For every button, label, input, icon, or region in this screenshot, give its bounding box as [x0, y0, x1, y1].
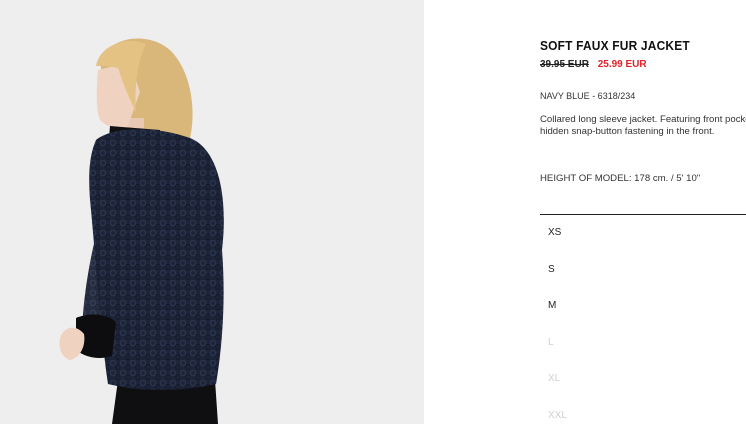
size-selector: XS S M L XL XXL	[540, 215, 746, 424]
model-wearing-jacket-illustration	[0, 0, 424, 424]
product-description: Collared long sleeve jacket. Featuring f…	[540, 114, 746, 137]
size-option-xl[interactable]: XL	[540, 361, 746, 398]
sale-price: 25.99 EUR	[597, 59, 647, 70]
size-option-xxl[interactable]: XXL	[540, 398, 746, 424]
size-option-xs[interactable]: XS	[540, 215, 746, 252]
product-image[interactable]	[0, 0, 424, 424]
size-option-m[interactable]: M	[540, 288, 746, 325]
size-option-l[interactable]: L	[540, 325, 746, 362]
size-option-s[interactable]: S	[540, 252, 746, 289]
product-title: SOFT FAUX FUR JACKET	[540, 38, 690, 53]
price-block: 39.95 EUR 25.99 EUR	[540, 59, 647, 70]
original-price: 39.95 EUR	[540, 59, 589, 70]
color-reference: NAVY BLUE - 6318/234	[540, 91, 636, 101]
model-height: HEIGHT OF MODEL: 178 cm. / 5' 10"	[540, 173, 701, 184]
product-info-panel: SOFT FAUX FUR JACKET 39.95 EUR 25.99 EUR…	[540, 0, 746, 424]
